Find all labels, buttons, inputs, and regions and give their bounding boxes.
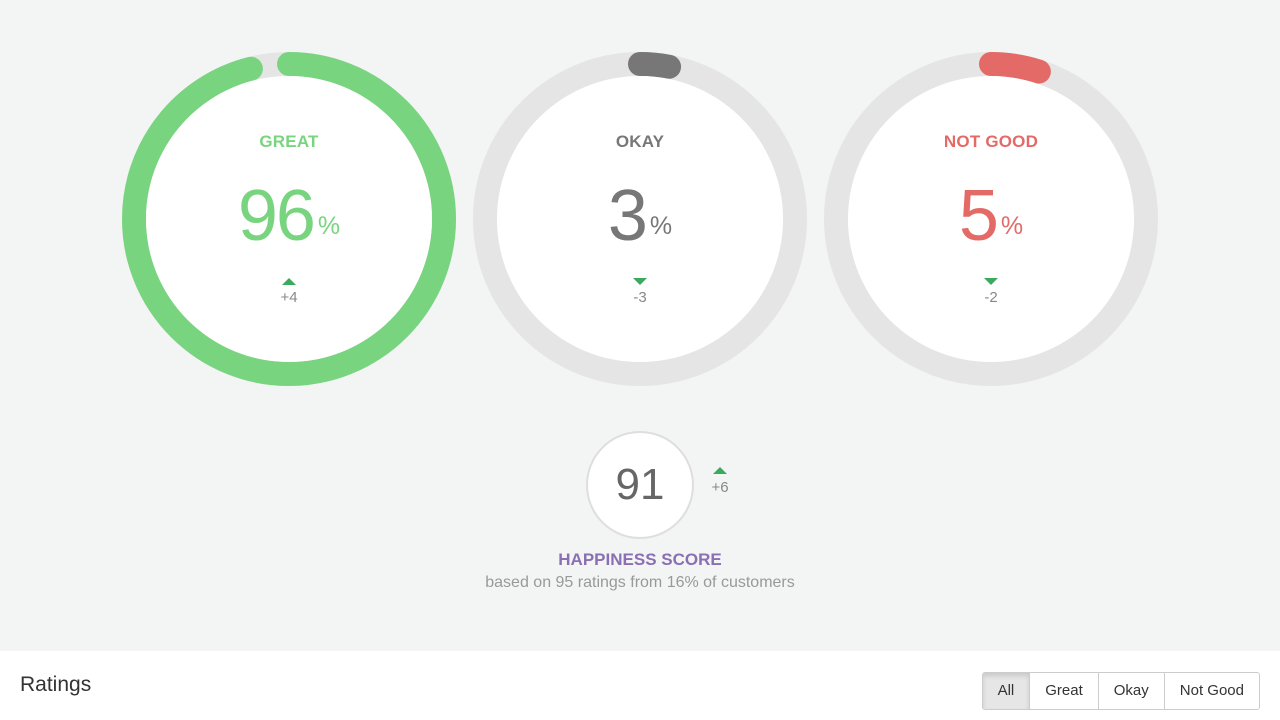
trend-down-icon — [984, 278, 998, 285]
filter-not-good-button[interactable]: Not Good — [1163, 673, 1259, 709]
okay-value-number: 3 — [607, 176, 648, 256]
ratings-title: Ratings — [20, 673, 92, 696]
ratings-filter-group: All Great Okay Not Good — [981, 672, 1260, 710]
trend-up-icon — [713, 467, 727, 474]
great-delta: +4 — [280, 289, 298, 306]
great-gauge: GREAT 96% +4 — [122, 52, 456, 386]
not-good-value-unit: % — [1000, 212, 1024, 240]
okay-gauge: OKAY 3% -3 — [473, 52, 807, 386]
okay-label: OKAY — [615, 132, 665, 151]
okay-value: 3% — [473, 176, 807, 256]
happiness-score-circle: 91 — [586, 431, 694, 539]
filter-great-button[interactable]: Great — [1029, 673, 1098, 709]
not-good-delta: -2 — [984, 289, 998, 306]
happiness-trend: +6 — [706, 467, 734, 496]
happiness-score-subtitle: based on 95 ratings from 16% of customer… — [485, 574, 795, 591]
filter-okay-button[interactable]: Okay — [1097, 673, 1164, 709]
happiness-delta: +6 — [711, 479, 729, 496]
not-good-label: NOT GOOD — [943, 132, 1039, 151]
great-trend: +4 — [122, 278, 456, 306]
not-good-value: 5% — [824, 176, 1158, 256]
great-label: GREAT — [259, 132, 319, 151]
trend-down-icon — [633, 278, 647, 285]
not-good-trend: -2 — [824, 278, 1158, 306]
great-value-number: 96 — [237, 176, 316, 256]
okay-trend: -3 — [473, 278, 807, 306]
happiness-score-value: 91 — [615, 460, 665, 509]
not-good-value-number: 5 — [958, 176, 999, 256]
okay-delta: -3 — [633, 289, 647, 306]
happiness-score-title: HAPPINESS SCORE — [558, 550, 722, 569]
great-value-unit: % — [317, 212, 341, 240]
great-value: 96% — [122, 176, 456, 256]
okay-value-unit: % — [649, 212, 673, 240]
ratings-panel: Ratings All Great Okay Not Good — [0, 651, 1280, 720]
not-good-gauge: NOT GOOD 5% -2 — [824, 52, 1158, 386]
trend-up-icon — [282, 278, 296, 285]
filter-all-button[interactable]: All — [982, 673, 1030, 709]
